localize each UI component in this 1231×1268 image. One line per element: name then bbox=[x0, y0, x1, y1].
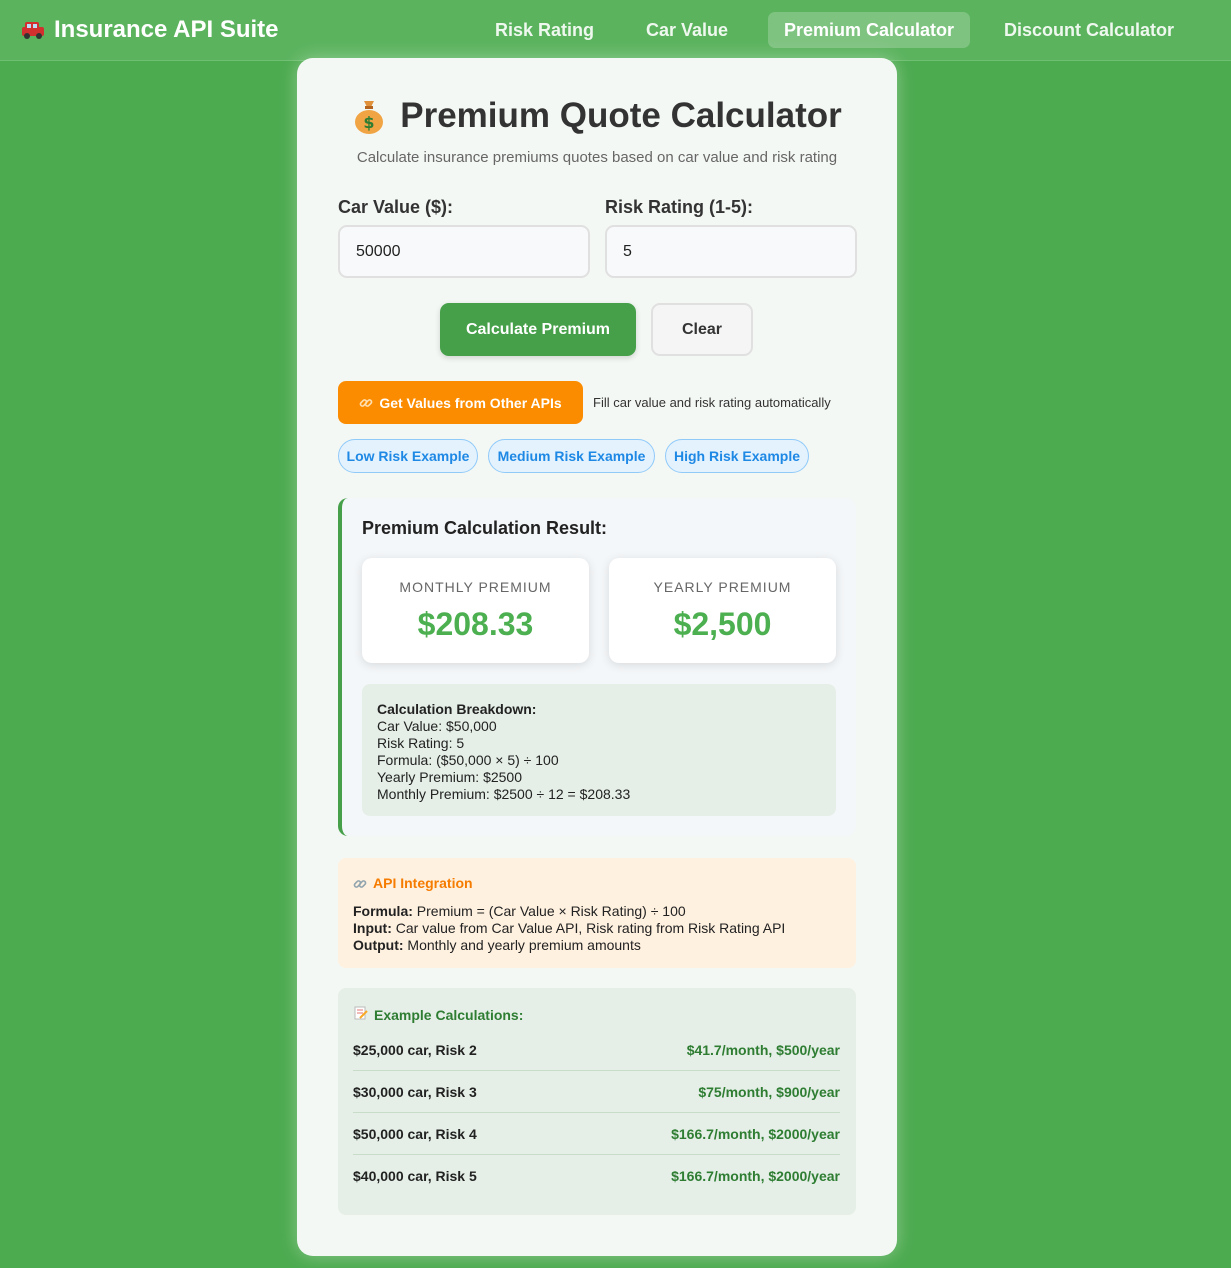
example-row: $50,000 car, Risk 4 $166.7/month, $2000/… bbox=[353, 1113, 840, 1155]
svg-text:$: $ bbox=[364, 113, 375, 132]
brand[interactable]: Insurance API Suite bbox=[20, 16, 279, 44]
high-risk-example-button[interactable]: High Risk Example bbox=[665, 439, 809, 473]
api-input-line: Input: Car value from Car Value API, Ris… bbox=[353, 920, 841, 937]
examples-header: Example Calculations: bbox=[354, 1006, 523, 1023]
page-subtitle: Calculate insurance premiums quotes base… bbox=[356, 149, 838, 166]
api-formula-label: Formula: bbox=[353, 903, 413, 919]
api-output-text: Monthly and yearly premium amounts bbox=[407, 937, 641, 953]
get-values-label: Get Values from Other APIs bbox=[379, 394, 562, 411]
calculate-premium-button[interactable]: Calculate Premium bbox=[440, 303, 636, 356]
nav-car-value[interactable]: Car Value bbox=[630, 12, 744, 48]
risk-rating-input[interactable] bbox=[605, 225, 857, 278]
monthly-premium-label: MONTHLY PREMIUM bbox=[399, 579, 552, 595]
result-title: Premium Calculation Result: bbox=[362, 518, 608, 538]
calculation-breakdown: Calculation Breakdown: Car Value: $50,00… bbox=[362, 684, 836, 816]
breakdown-line: Formula: ($50,000 × 5) ÷ 100 bbox=[377, 752, 559, 768]
monthly-premium-value: $208.33 bbox=[417, 606, 534, 642]
breakdown-line: Risk Rating: 5 bbox=[377, 735, 465, 751]
api-output-label: Output: bbox=[353, 937, 404, 953]
calculator-card: $ Premium Quote Calculator Calculate ins… bbox=[297, 58, 897, 1256]
low-risk-example-button[interactable]: Low Risk Example bbox=[338, 439, 478, 473]
api-formula-text: Premium = (Car Value × Risk Rating) ÷ 10… bbox=[416, 903, 686, 919]
breakdown-line: Car Value: $50,000 bbox=[377, 718, 497, 734]
yearly-premium-label: YEARLY PREMIUM bbox=[653, 579, 792, 595]
breakdown-line: Yearly Premium: $2500 bbox=[377, 769, 523, 785]
memo-icon bbox=[354, 1006, 368, 1023]
example-input: $30,000 car, Risk 3 bbox=[353, 1084, 477, 1100]
car-icon bbox=[20, 19, 46, 41]
page-title: $ Premium Quote Calculator bbox=[297, 96, 897, 136]
yearly-premium-value: $2,500 bbox=[673, 606, 772, 642]
clear-button[interactable]: Clear bbox=[651, 303, 753, 356]
api-integration-header: API Integration bbox=[353, 875, 841, 892]
example-calculations-panel: Example Calculations: $25,000 car, Risk … bbox=[338, 988, 856, 1215]
top-navbar: Insurance API Suite Risk Rating Car Valu… bbox=[0, 0, 1231, 61]
monthly-premium-card: MONTHLY PREMIUM $208.33 bbox=[362, 558, 589, 663]
brand-title: Insurance API Suite bbox=[54, 16, 279, 43]
car-value-label: Car Value ($): bbox=[338, 197, 454, 217]
example-row: $30,000 car, Risk 3 $75/month, $900/year bbox=[353, 1071, 840, 1113]
api-input-text: Car value from Car Value API, Risk ratin… bbox=[395, 920, 786, 936]
api-integration-panel: API Integration Formula: Premium = (Car … bbox=[338, 858, 856, 968]
api-input-label: Input: bbox=[353, 920, 392, 936]
example-output: $75/month, $900/year bbox=[698, 1084, 840, 1100]
api-formula-line: Formula: Premium = (Car Value × Risk Rat… bbox=[353, 903, 841, 920]
example-input: $50,000 car, Risk 4 bbox=[353, 1126, 477, 1142]
api-output-line: Output: Monthly and yearly premium amoun… bbox=[353, 937, 841, 954]
medium-risk-example-button[interactable]: Medium Risk Example bbox=[488, 439, 655, 473]
nav-discount-calculator[interactable]: Discount Calculator bbox=[988, 12, 1190, 48]
page-title-text: Premium Quote Calculator bbox=[400, 96, 842, 135]
example-output: $166.7/month, $2000/year bbox=[671, 1168, 840, 1184]
yearly-premium-card: YEARLY PREMIUM $2,500 bbox=[609, 558, 836, 663]
risk-rating-label: Risk Rating (1-5): bbox=[605, 197, 754, 217]
example-row: $40,000 car, Risk 5 $166.7/month, $2000/… bbox=[353, 1155, 840, 1197]
example-output: $41.7/month, $500/year bbox=[686, 1042, 840, 1058]
api-integration-title: API Integration bbox=[373, 875, 473, 891]
nav-risk-rating[interactable]: Risk Rating bbox=[479, 12, 610, 48]
result-panel: Premium Calculation Result: MONTHLY PREM… bbox=[338, 498, 856, 836]
breakdown-line: Monthly Premium: $2500 ÷ 12 = $208.33 bbox=[377, 786, 631, 802]
get-values-button[interactable]: Get Values from Other APIs bbox=[338, 381, 583, 424]
example-input: $25,000 car, Risk 2 bbox=[353, 1042, 477, 1058]
car-value-input[interactable] bbox=[338, 225, 590, 278]
example-input: $40,000 car, Risk 5 bbox=[353, 1168, 477, 1184]
example-output: $166.7/month, $2000/year bbox=[671, 1126, 840, 1142]
example-row: $25,000 car, Risk 2 $41.7/month, $500/ye… bbox=[353, 1029, 840, 1071]
examples-title: Example Calculations: bbox=[374, 1006, 524, 1023]
link-icon bbox=[353, 877, 367, 891]
breakdown-title: Calculation Breakdown: bbox=[377, 701, 537, 717]
get-values-hint: Fill car value and risk rating automatic… bbox=[593, 395, 831, 410]
money-bag-icon: $ bbox=[352, 97, 386, 135]
link-icon bbox=[359, 396, 373, 410]
nav-premium-calculator[interactable]: Premium Calculator bbox=[768, 12, 971, 48]
